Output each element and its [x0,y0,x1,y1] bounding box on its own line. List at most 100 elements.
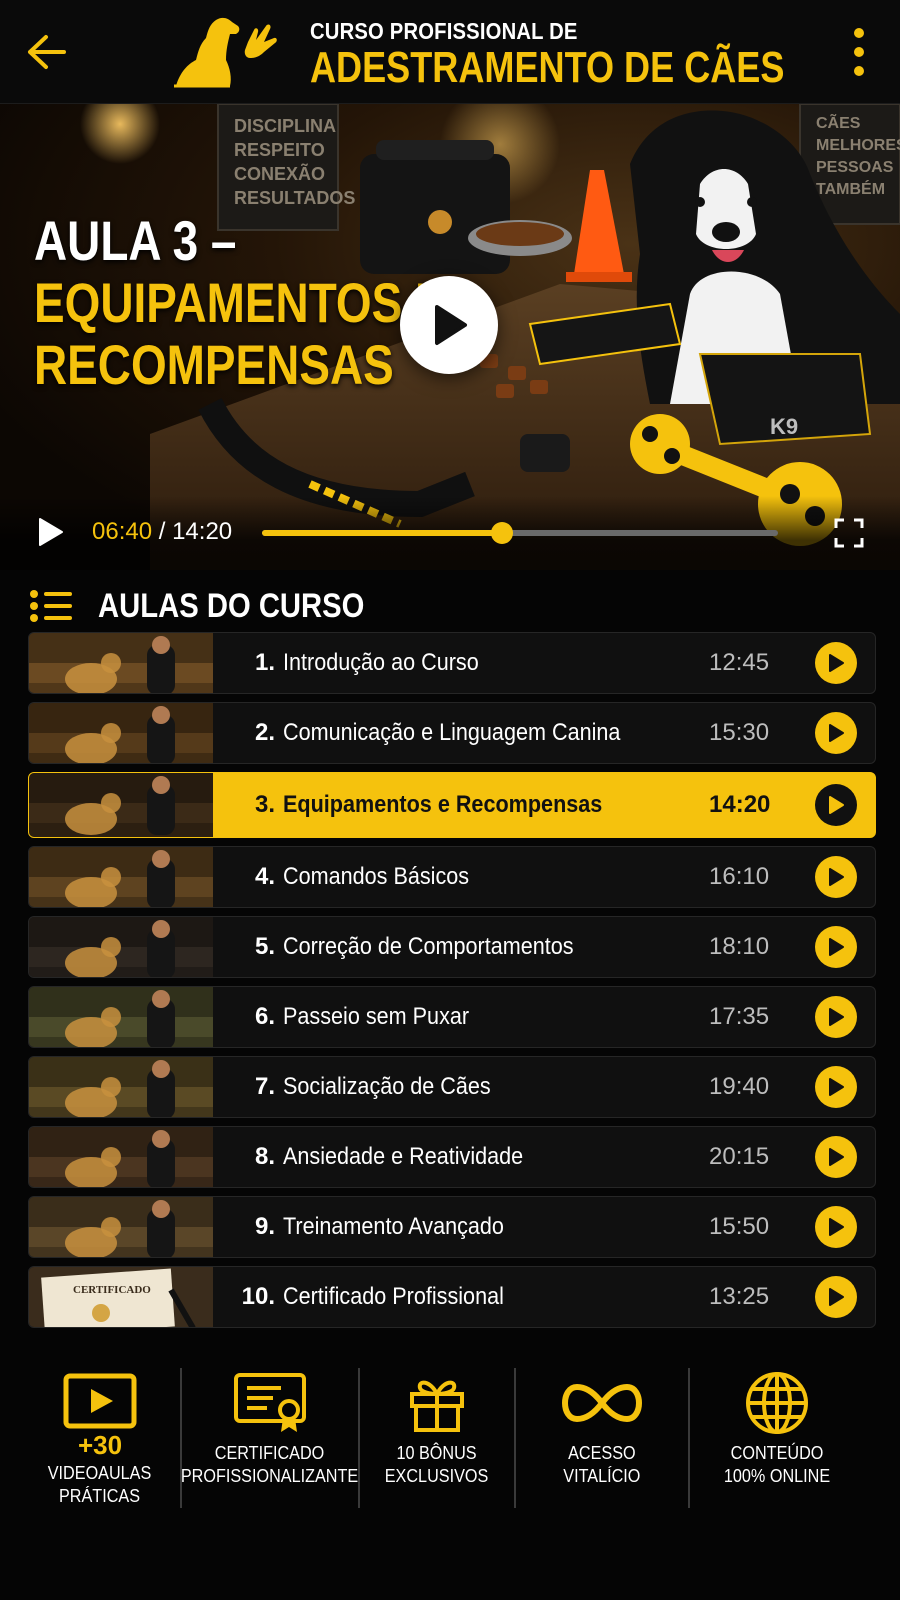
lesson-item[interactable]: CERTIFICADO 10. Certificado Profissional 13… [28,1266,876,1328]
lesson-item[interactable]: 4. Comandos Básicos 16:10 [28,846,876,908]
lesson-play-button[interactable] [815,1206,857,1248]
sign-right-1: CÃES [816,112,861,132]
lesson-thumbnail: CERTIFICADO [29,1267,213,1327]
play-icon[interactable] [34,516,66,548]
progress-fill [262,530,503,536]
lesson-item[interactable]: 2. Comunicação e Linguagem Canina 15:30 [28,702,876,764]
feature-line1: ACESSO [568,1443,636,1463]
lesson-play-button[interactable] [815,712,857,754]
feature-acesso: ACESSO VITALÍCIO [514,1368,688,1508]
lesson-duration: 17:35 [709,1003,770,1030]
lesson-play-button[interactable] [815,1066,857,1108]
lesson-play-button[interactable] [815,784,857,826]
play-icon [829,868,844,886]
app-header: CURSO PROFISSIONAL DE ADESTRAMENTO DE CÃ… [0,0,900,104]
progress-handle[interactable] [491,522,514,544]
time-separator: / [152,518,173,545]
lesson-thumbnail [29,773,213,837]
lesson-thumbnail [29,1057,213,1117]
sign-right-3: PESSOAS [816,159,894,176]
globe-icon [744,1368,810,1438]
video-play-button[interactable] [400,276,498,374]
lesson-list: 1. Introdução ao Curso 12:45 2. Comunicação … [28,632,876,1336]
sign-right-4: TAMBÉM [816,179,885,198]
play-icon [829,938,844,956]
lesson-item[interactable]: 7. Socialização de Cães 19:40 [28,1056,876,1118]
feature-label: VIDEOAULAS PRÁTICAS [48,1462,152,1508]
feature-label: CERTIFICADO PROFISSIONALIZANTE [181,1442,358,1488]
lesson-title: Equipamentos e Recompensas [283,791,603,818]
lesson-item[interactable]: 5. Correção de Comportamentos 18:10 [28,916,876,978]
lesson-item[interactable]: 1. Introdução ao Curso 12:45 [28,632,876,694]
play-icon [829,1148,844,1166]
feature-line1: VIDEOAULAS [48,1463,152,1483]
certificate-thumb-text: CERTIFICADO [73,1284,151,1296]
lesson-duration: 12:45 [709,649,770,676]
lesson-title: Passeio sem Puxar [283,1003,470,1030]
lesson-play-button[interactable] [815,642,857,684]
lesson-thumbnail [29,987,213,1047]
lesson-item[interactable]: 3. Equipamentos e Recompensas 14:20 [28,772,876,838]
play-icon [435,305,467,345]
sign-left-3: CONEXÃO [234,163,325,184]
lesson-item[interactable]: 6. Passeio sem Puxar 17:35 [28,986,876,1048]
harness-text: K9 [770,414,798,439]
lesson-item[interactable]: 9. Treinamento Avançado 15:50 [28,1196,876,1258]
feature-line2: VITALÍCIO [563,1466,641,1486]
lesson-duration: 14:20 [709,791,771,818]
lesson-title: Treinamento Avançado [283,1213,504,1240]
lesson-play-button[interactable] [815,996,857,1038]
lesson-thumbnail [29,1127,213,1187]
lesson-duration: 19:40 [709,1073,770,1100]
back-button[interactable] [24,30,68,74]
video-progress-bar[interactable] [262,522,778,544]
feature-line1: CONTEÚDO [730,1443,824,1463]
play-icon [829,1008,844,1026]
lesson-title: Introdução ao Curso [283,649,479,676]
feature-bonus: 10 BÔNUS EXCLUSIVOS [358,1368,514,1508]
lesson-thumbnail [29,1197,213,1257]
lesson-title: Comunicação e Linguagem Canina [283,719,621,746]
feature-line2: EXCLUSIVOS [385,1466,489,1486]
video-title-line2: EQUIPAMENTOS E [34,271,446,334]
total-time: 14:20 [172,518,233,545]
lesson-duration: 18:10 [709,933,770,960]
feature-videoaulas: +30 VIDEOAULAS PRÁTICAS [20,1368,180,1508]
lessons-section-header: AULAS DO CURSO [30,584,408,628]
lesson-thumbnail [29,703,213,763]
feature-label: 10 BÔNUS EXCLUSIVOS [385,1442,489,1488]
lesson-thumbnail [29,847,213,907]
feature-line1: CERTIFICADO [215,1443,325,1463]
lesson-duration: 16:10 [709,863,770,890]
course-title-big: ADESTRAMENTO DE CÃES [310,43,785,92]
more-vert-dot [854,66,864,76]
feature-line2: PROFISSIONALIZANTE [181,1466,359,1486]
feature-label: ACESSO VITALÍCIO [563,1442,640,1488]
lesson-number: 3. [254,791,275,818]
lesson-number: 4. [254,863,275,890]
more-options-button[interactable] [844,28,874,76]
video-title-line3: RECOMPENSAS [34,333,394,396]
feature-count: +30 [77,1430,123,1460]
lesson-title: Comandos Básicos [283,863,470,890]
gift-icon [406,1368,468,1438]
lesson-play-button[interactable] [815,856,857,898]
fullscreen-icon[interactable] [834,518,864,548]
lesson-number: 1. [254,649,275,676]
list-icon [30,590,72,622]
course-title-small: CURSO PROFISSIONAL DE [310,18,578,44]
lesson-play-button[interactable] [815,1276,857,1318]
play-icon [829,724,844,742]
feature-line1: 10 BÔNUS [396,1443,478,1463]
lesson-title: Correção de Comportamentos [283,933,574,960]
lesson-number: 6. [254,1003,275,1030]
lesson-number: 8. [254,1143,275,1170]
play-icon [829,1288,844,1306]
lesson-play-button[interactable] [815,1136,857,1178]
video-player[interactable]: DISCIPLINA RESPEITO CONEXÃO RESULTADOS C… [0,104,900,570]
lesson-number: 7. [254,1073,275,1100]
lesson-item[interactable]: 8. Ansiedade e Reatividade 20:15 [28,1126,876,1188]
lesson-play-button[interactable] [815,926,857,968]
lesson-thumbnail [29,917,213,977]
lesson-title: Socialização de Cães [283,1073,491,1100]
